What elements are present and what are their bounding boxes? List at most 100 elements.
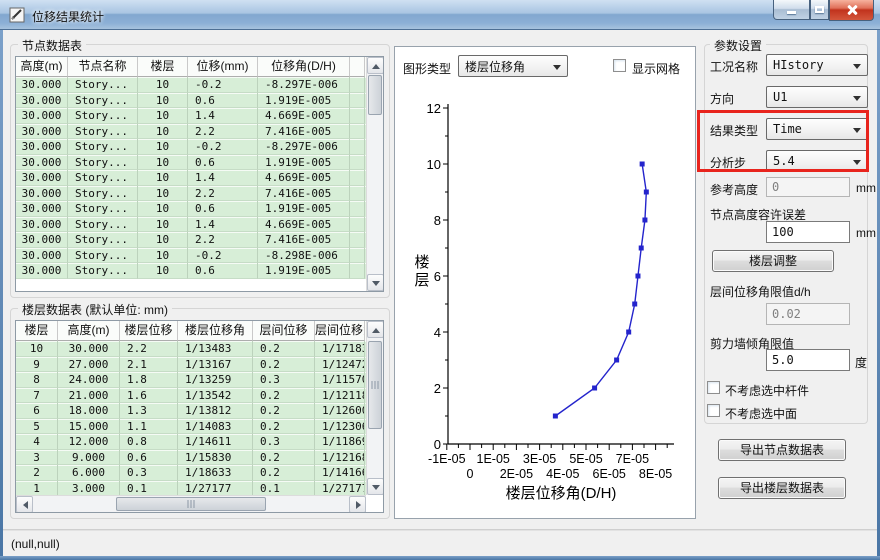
table-row[interactable]: 30.000Story...101.44.669E-005 [16, 170, 366, 186]
column-header[interactable]: 楼层位移 [120, 321, 178, 341]
column-header[interactable]: 节点名称 [68, 57, 138, 77]
column-header[interactable]: 层间位移角 [315, 321, 365, 341]
table-row[interactable]: 824.0001.81/132590.31/11570 [16, 372, 366, 388]
loadcase-combo[interactable]: HIstory [766, 54, 868, 76]
column-header[interactable]: 楼层 [16, 321, 58, 341]
table-cell [350, 108, 365, 124]
maximize-button[interactable] [810, 0, 829, 20]
data-point-marker [635, 274, 640, 279]
node-table-vscrollbar[interactable] [366, 57, 383, 291]
table-cell: 1/13259 [178, 372, 253, 388]
table-row[interactable]: 30.000Story...102.27.416E-005 [16, 232, 366, 248]
export-node-table-button[interactable]: 导出节点数据表 [718, 439, 846, 461]
graph-type-combo[interactable]: 楼层位移角 [458, 55, 568, 77]
floor-table-vscrollbar[interactable] [366, 321, 383, 495]
table-cell: 0.2 [253, 465, 315, 481]
scroll-down-button[interactable] [367, 478, 384, 495]
titlebar[interactable]: 位移结果统计 [0, 0, 880, 30]
table-cell: 0.6 [188, 201, 258, 217]
table-cell: 7.416E-005 [258, 186, 350, 202]
minimize-button[interactable] [773, 0, 810, 20]
column-header[interactable]: 高度(m) [58, 321, 120, 341]
table-row[interactable]: 412.0000.81/146110.31/11869 [16, 434, 366, 450]
scroll-left-button[interactable] [16, 496, 33, 513]
table-row[interactable]: 30.000Story...102.27.416E-005 [16, 124, 366, 140]
ignore-selected-frames-checkbox[interactable] [707, 381, 720, 394]
svg-text:0: 0 [434, 437, 441, 452]
table-cell: 2.2 [188, 186, 258, 202]
scroll-down-button[interactable] [367, 274, 384, 291]
floor-data-table[interactable]: 楼层高度(m)楼层位移楼层位移角层间位移层间位移角 1030.0002.21/1… [15, 320, 384, 513]
table-row[interactable]: 618.0001.31/138120.21/12600 [16, 403, 366, 419]
table-row[interactable]: 1030.0002.21/134830.21/17183 [16, 341, 366, 357]
table-cell [350, 263, 365, 279]
ref-height-label: 参考高度 [710, 181, 758, 198]
table-row[interactable]: 30.000Story...102.27.416E-005 [16, 186, 366, 202]
scroll-thumb[interactable] [368, 341, 382, 429]
table-row[interactable]: 30.000Story...100.61.919E-005 [16, 201, 366, 217]
table-row[interactable]: 30.000Story...10-0.2-8.297E-006 [16, 77, 366, 93]
table-cell: 2.1 [120, 357, 178, 373]
svg-text:4: 4 [434, 325, 441, 340]
table-row[interactable]: 30.000Story...101.44.669E-005 [16, 108, 366, 124]
column-header[interactable] [350, 57, 365, 77]
column-header[interactable]: 位移角(D/H) [258, 57, 350, 77]
table-cell: Story... [68, 217, 138, 233]
table-cell: 0.8 [120, 434, 178, 450]
window-frame [0, 30, 3, 557]
table-cell [350, 201, 365, 217]
table-row[interactable]: 13.0000.11/271770.11/27177 [16, 481, 366, 496]
table-cell: 4.669E-005 [258, 170, 350, 186]
table-cell: 0.2 [253, 403, 315, 419]
svg-text:4E-05: 4E-05 [546, 467, 579, 481]
svg-text:0: 0 [467, 467, 474, 481]
wall-angle-input[interactable] [766, 349, 850, 371]
svg-text:1E-05: 1E-05 [477, 452, 510, 466]
floor-adjust-button[interactable]: 楼层调整 [712, 250, 834, 272]
drift-limit-input[interactable] [766, 303, 850, 325]
show-grid-checkbox[interactable] [613, 59, 626, 72]
table-cell: 1/14611 [178, 434, 253, 450]
scroll-right-button[interactable] [349, 496, 366, 513]
table-row[interactable]: 515.0001.11/140830.21/12306 [16, 419, 366, 435]
export-floor-table-button[interactable]: 导出楼层数据表 [718, 477, 846, 499]
table-row[interactable]: 39.0000.61/158300.21/12168 [16, 450, 366, 466]
table-row[interactable]: 26.0000.31/186330.21/14166 [16, 465, 366, 481]
scroll-up-button[interactable] [367, 57, 384, 74]
table-row[interactable]: 927.0002.11/131670.21/12472 [16, 357, 366, 373]
table-row[interactable]: 721.0001.61/135420.21/12118 [16, 388, 366, 404]
column-header[interactable]: 高度(m) [16, 57, 68, 77]
table-cell: 1 [16, 481, 58, 496]
tolerance-input[interactable] [766, 221, 850, 243]
window-frame [0, 556, 880, 560]
table-row[interactable]: 30.000Story...101.44.669E-005 [16, 217, 366, 233]
table-row[interactable]: 30.000Story...100.61.919E-005 [16, 155, 366, 171]
table-row[interactable]: 30.000Story...10-0.2-8.298E-006 [16, 248, 366, 264]
close-button[interactable] [829, 0, 874, 21]
scroll-thumb[interactable] [368, 75, 382, 115]
column-header[interactable]: 楼层 [138, 57, 188, 77]
table-cell: 10 [138, 139, 188, 155]
column-header[interactable]: 楼层位移角 [178, 321, 253, 341]
scroll-up-button[interactable] [367, 321, 384, 338]
table-row[interactable]: 30.000Story...100.61.919E-005 [16, 263, 366, 279]
table-cell: 1/14083 [178, 419, 253, 435]
column-header[interactable]: 位移(mm) [188, 57, 258, 77]
table-row[interactable]: 30.000Story...10-0.2-8.297E-006 [16, 139, 366, 155]
ignore-selected-faces-checkbox[interactable] [707, 404, 720, 417]
ref-height-input[interactable] [766, 177, 850, 197]
direction-combo[interactable]: U1 [766, 86, 868, 108]
table-cell: 7.416E-005 [258, 232, 350, 248]
svg-text:6E-05: 6E-05 [593, 467, 626, 481]
floor-table-hscrollbar[interactable] [16, 495, 366, 512]
table-cell: 1/13483 [178, 341, 253, 357]
scroll-thumb[interactable] [116, 497, 266, 511]
table-cell: 1/27177 [315, 481, 365, 496]
table-cell: 30.000 [16, 108, 68, 124]
table-cell [350, 77, 365, 93]
ignore-selected-faces-label: 不考虑选中面 [725, 405, 797, 422]
node-data-table[interactable]: 高度(m)节点名称楼层位移(mm)位移角(D/H) 30.000Story...… [15, 56, 384, 292]
column-header[interactable]: 层间位移 [253, 321, 315, 341]
table-row[interactable]: 30.000Story...100.61.919E-005 [16, 93, 366, 109]
table-cell: 30.000 [16, 248, 68, 264]
